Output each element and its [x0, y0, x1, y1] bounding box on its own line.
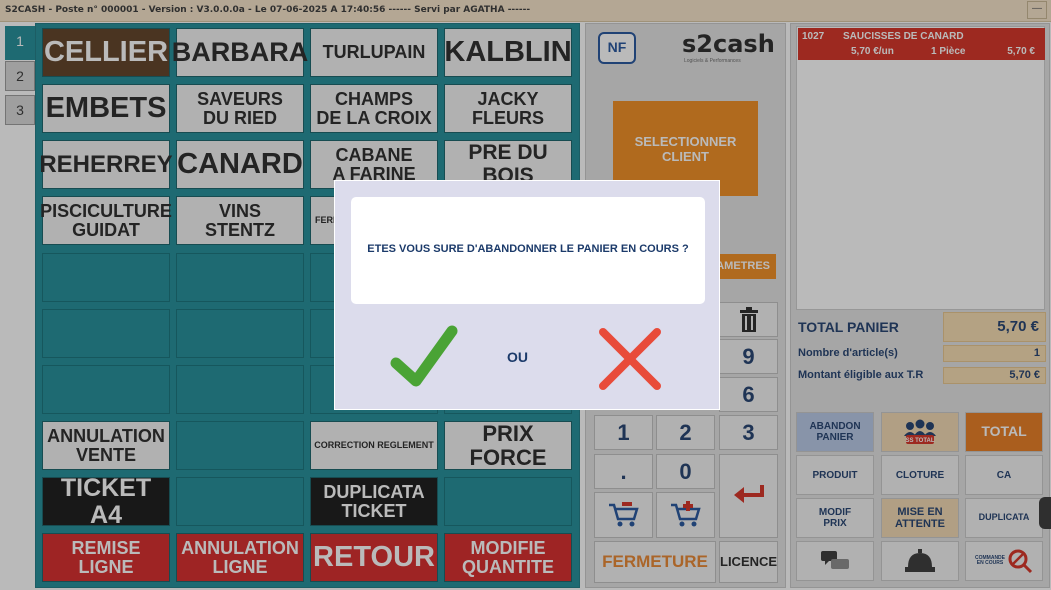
- or-label: OU: [507, 349, 528, 365]
- cancel-button[interactable]: [597, 326, 663, 392]
- cross-icon: [599, 328, 661, 390]
- confirm-button[interactable]: [390, 323, 460, 393]
- confirm-dialog: ETES VOUS SURE D'ABANDONNER LE PANIER EN…: [334, 180, 720, 410]
- dialog-message: ETES VOUS SURE D'ABANDONNER LE PANIER EN…: [367, 243, 689, 255]
- checkmark-icon: [390, 325, 458, 387]
- dialog-message-box: ETES VOUS SURE D'ABANDONNER LE PANIER EN…: [351, 197, 705, 304]
